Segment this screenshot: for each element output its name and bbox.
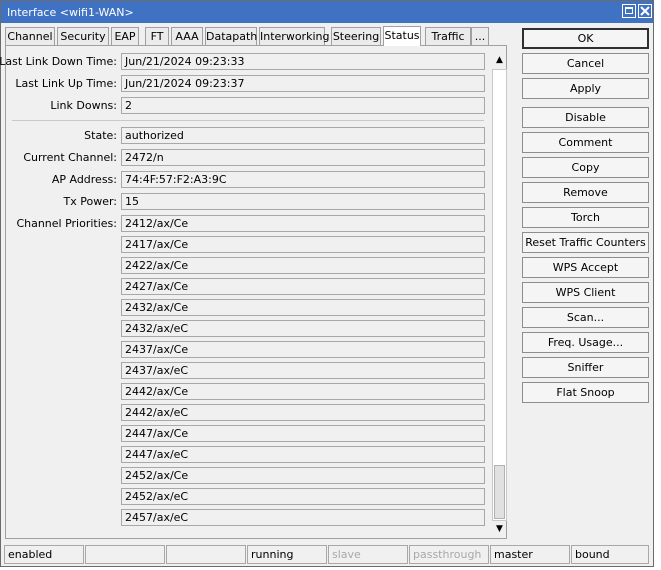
ap-address-field[interactable]: 74:4F:57:F2:A3:9C [121,171,485,188]
last-link-up-field[interactable]: Jun/21/2024 09:23:37 [121,75,485,92]
channel-priority-field[interactable]: 2442/ax/eC [121,404,485,421]
tab-aaa[interactable]: AAA [171,27,203,45]
channel-priority-field[interactable]: 2412/ax/Ce [121,215,485,232]
sniffer-button[interactable]: Sniffer [522,357,649,378]
comment-button[interactable]: Comment [522,132,649,153]
wps-client-button[interactable]: WPS Client [522,282,649,303]
status-cell-empty [85,545,165,564]
torch-button[interactable]: Torch [522,207,649,228]
reset-traffic-counters-button[interactable]: Reset Traffic Counters [522,232,649,253]
apply-button[interactable]: Apply [522,78,649,99]
vertical-scrollbar[interactable]: ▲ ▼ [491,52,508,537]
current-channel-field[interactable]: 2472/n [121,149,485,166]
window-title: Interface <wifi1-WAN> [7,6,134,19]
status-panel: ▲ ▼ Last Link Down Time: Jun/21/2024 09:2… [0,45,508,539]
flat-snoop-button[interactable]: Flat Snoop [522,382,649,403]
status-cell-master: master [490,545,570,564]
channel-priority-field[interactable]: 2457/ax/eC [121,509,485,526]
status-cell-slave: slave [328,545,408,564]
channel-priority-field[interactable]: 2422/ax/Ce [121,257,485,274]
link-downs-label: Link Downs: [50,99,117,112]
channel-priority-field[interactable]: 2417/ax/Ce [121,236,485,253]
channel-priority-field[interactable]: 2442/ax/Ce [121,383,485,400]
status-cell-running: running [247,545,327,564]
scrollbar-thumb[interactable] [494,465,505,519]
channel-priority-field[interactable]: 2452/ax/Ce [121,467,485,484]
channel-priority-field[interactable]: 2447/ax/eC [121,446,485,463]
channel-priorities-label: Channel Priorities: [16,217,117,230]
channel-priority-field[interactable]: 2427/ax/Ce [121,278,485,295]
channel-priority-field[interactable]: 2432/ax/Ce [121,299,485,316]
ok-button[interactable]: OK [522,28,649,49]
title-bar[interactable]: Interface <wifi1-WAN> [1,1,653,23]
tx-power-field[interactable]: 15 [121,193,485,210]
cancel-button[interactable]: Cancel [522,53,649,74]
tab-status[interactable]: Status [383,26,421,46]
tab-steering[interactable]: Steering [331,27,381,45]
tab-interworking[interactable]: Interworking [259,27,329,45]
tab-more[interactable]: ... [471,27,489,45]
tab-ft[interactable]: FT [145,27,169,45]
background-window-edge [654,0,661,570]
channel-priority-field[interactable]: 2447/ax/Ce [121,425,485,442]
remove-button[interactable]: Remove [522,182,649,203]
current-channel-label: Current Channel: [23,151,117,164]
freq-usage-button[interactable]: Freq. Usage... [522,332,649,353]
tab-traffic[interactable]: Traffic [425,27,471,45]
disable-button[interactable]: Disable [522,107,649,128]
tx-power-label: Tx Power: [63,195,118,208]
tab-channel[interactable]: Channel [5,27,55,45]
tab-security[interactable]: Security [57,27,109,45]
channel-priority-field[interactable]: 2452/ax/eC [121,488,485,505]
state-field[interactable]: authorized [121,127,485,144]
scan-button[interactable]: Scan... [522,307,649,328]
status-cell-enabled: enabled [4,545,84,564]
interface-window: Interface <wifi1-WAN> Channel Security EAP… [0,0,654,567]
ap-address-label: AP Address: [51,173,117,186]
last-link-down-field[interactable]: Jun/21/2024 09:23:33 [121,53,485,70]
tab-datapath[interactable]: Datapath [205,27,257,45]
status-cell-bound: bound [571,545,649,564]
channel-priority-field[interactable]: 2437/ax/eC [121,362,485,379]
maximize-icon[interactable] [622,4,636,18]
last-link-down-label: Last Link Down Time: [0,55,117,68]
copy-button[interactable]: Copy [522,157,649,178]
scroll-up-icon[interactable]: ▲ [491,52,508,68]
wps-accept-button[interactable]: WPS Accept [522,257,649,278]
scroll-down-icon[interactable]: ▼ [491,521,508,537]
close-icon[interactable] [638,4,652,18]
last-link-up-label: Last Link Up Time: [15,77,117,90]
link-downs-field[interactable]: 2 [121,97,485,114]
channel-priority-field[interactable]: 2432/ax/eC [121,320,485,337]
section-divider [12,120,484,121]
status-cell-empty [166,545,246,564]
channel-priority-field[interactable]: 2437/ax/Ce [121,341,485,358]
state-label: State: [84,129,117,142]
tab-eap[interactable]: EAP [111,27,139,45]
scrollbar-track[interactable] [492,69,507,521]
status-cell-passthrough: passthrough [409,545,489,564]
